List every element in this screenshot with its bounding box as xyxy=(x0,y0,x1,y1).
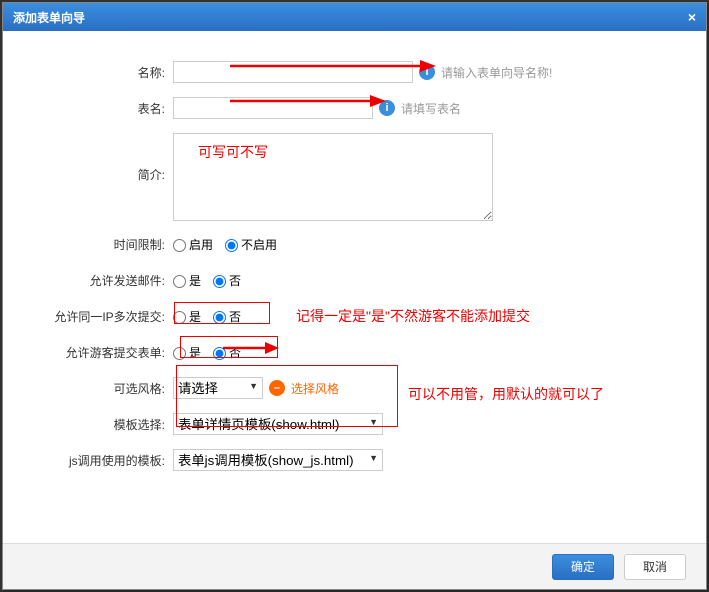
dialog-body: 名称: i 请输入表单向导名称! 表名: i 请填写表名 简介: 时间限制: xyxy=(3,31,706,541)
row-tpl: 模板选择: 表单详情页模板(show.html) xyxy=(23,413,686,437)
tpl-select[interactable]: 表单详情页模板(show.html) xyxy=(173,413,383,435)
style-select[interactable]: 请选择 xyxy=(173,377,263,399)
cancel-button[interactable]: 取消 xyxy=(624,554,686,580)
close-icon[interactable]: × xyxy=(688,9,696,25)
row-intro: 简介: xyxy=(23,133,686,221)
radio-mail-yes[interactable]: 是 xyxy=(173,269,201,293)
label-timelimit: 时间限制: xyxy=(23,233,173,257)
style-hint: 选择风格 xyxy=(291,380,339,397)
label-mail: 允许发送邮件: xyxy=(23,269,173,293)
radio-ip-no[interactable]: 否 xyxy=(213,305,241,329)
label-guest: 允许游客提交表单: xyxy=(23,341,173,365)
intro-textarea[interactable] xyxy=(173,133,493,221)
dialog-header: 添加表单向导 × xyxy=(3,3,706,31)
row-timelimit: 时间限制: 启用 不启用 xyxy=(23,233,686,257)
row-style: 可选风格: 请选择 – 选择风格 xyxy=(23,377,686,401)
error-icon: – xyxy=(269,380,285,396)
dialog: 添加表单向导 × 名称: i 请输入表单向导名称! 表名: i 请填写表名 简介… xyxy=(2,2,707,590)
name-input[interactable] xyxy=(173,61,413,83)
table-hint: 请填写表名 xyxy=(401,100,461,117)
label-js: js调用使用的模板: xyxy=(23,449,173,473)
row-guest: 允许游客提交表单: 是 否 xyxy=(23,341,686,365)
radio-guest-no[interactable]: 否 xyxy=(213,341,241,365)
table-input[interactable] xyxy=(173,97,373,119)
label-name: 名称: xyxy=(23,61,173,85)
row-name: 名称: i 请输入表单向导名称! xyxy=(23,61,686,85)
dialog-title: 添加表单向导 xyxy=(13,9,85,26)
label-style: 可选风格: xyxy=(23,377,173,401)
row-table: 表名: i 请填写表名 xyxy=(23,97,686,121)
label-intro: 简介: xyxy=(23,133,173,187)
radio-time-disable[interactable]: 不启用 xyxy=(225,233,277,257)
name-hint: 请输入表单向导名称! xyxy=(441,64,552,81)
radio-mail-no[interactable]: 否 xyxy=(213,269,241,293)
info-icon: i xyxy=(419,64,435,80)
radio-ip-yes[interactable]: 是 xyxy=(173,305,201,329)
row-js: js调用使用的模板: 表单js调用模板(show_js.html) xyxy=(23,449,686,473)
dialog-footer: 确定 取消 xyxy=(3,543,706,589)
row-ip: 允许同一IP多次提交: 是 否 xyxy=(23,305,686,329)
label-ip: 允许同一IP多次提交: xyxy=(23,305,173,329)
radio-guest-yes[interactable]: 是 xyxy=(173,341,201,365)
label-tpl: 模板选择: xyxy=(23,413,173,437)
row-mail: 允许发送邮件: 是 否 xyxy=(23,269,686,293)
label-table: 表名: xyxy=(23,97,173,121)
ok-button[interactable]: 确定 xyxy=(552,554,614,580)
radio-time-enable[interactable]: 启用 xyxy=(173,233,213,257)
info-icon: i xyxy=(379,100,395,116)
js-select[interactable]: 表单js调用模板(show_js.html) xyxy=(173,449,383,471)
